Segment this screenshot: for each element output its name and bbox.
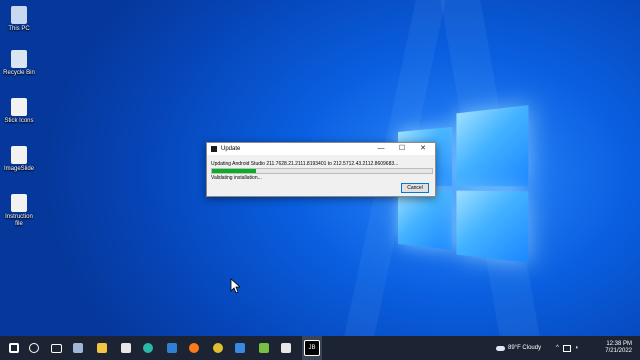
desktop-icon[interactable]: ImageSlide [2, 146, 36, 173]
store-button[interactable] [116, 336, 136, 360]
system-tray: ^ ◖ [556, 336, 578, 360]
desktop-icon[interactable]: Recycle Bin [2, 50, 36, 77]
chrome-button[interactable] [208, 336, 228, 360]
mail-icon [167, 343, 177, 353]
status-text: Validating installation... [211, 175, 262, 181]
mouse-cursor-icon [230, 278, 240, 294]
photos-button[interactable] [230, 336, 250, 360]
jb-updater-button[interactable]: JB [302, 336, 322, 360]
desktop-icon[interactable]: Stick Icons [2, 98, 36, 125]
jetbrains-icon [281, 343, 291, 353]
widgets-button[interactable] [68, 336, 88, 360]
task-view-icon [50, 343, 62, 353]
widgets-icon [73, 343, 83, 353]
weather-widget[interactable]: 89°F Cloudy [496, 336, 541, 360]
volume-icon[interactable]: ◖ [575, 345, 579, 351]
minimize-button[interactable]: — [371, 143, 391, 155]
file-icon [11, 194, 27, 212]
desktop-icon-label: Instruction file [5, 214, 33, 227]
desktop-icon-label: ImageSlide [3, 166, 35, 172]
progress-fill [212, 169, 256, 173]
jb-updater-icon: JB [304, 340, 320, 356]
maximize-button[interactable]: ☐ [392, 143, 412, 155]
chevron-up-icon[interactable]: ^ [556, 345, 559, 351]
file-icon [11, 146, 27, 164]
chrome-icon [213, 343, 223, 353]
desktop-icon-label: Stick Icons [4, 118, 34, 124]
edge-button[interactable] [138, 336, 158, 360]
firefox-button[interactable] [184, 336, 204, 360]
recycle-bin-icon [11, 50, 27, 68]
desktop-icon-label: Recycle Bin [3, 70, 35, 76]
dialog-titlebar[interactable]: Update — ☐ ✕ [207, 143, 435, 155]
file-explorer-button[interactable] [92, 336, 112, 360]
task-view-button[interactable] [46, 336, 66, 360]
cancel-button[interactable]: Cancel [401, 183, 429, 193]
windows-start-button[interactable] [4, 336, 24, 360]
network-icon[interactable] [562, 344, 571, 352]
time-text: 12:38 PM [606, 341, 632, 347]
close-button[interactable]: ✕ [413, 143, 433, 155]
desktop-icon[interactable]: This PC [2, 6, 36, 33]
weather-text: 89°F Cloudy [508, 345, 542, 351]
jetbrains-button[interactable] [276, 336, 296, 360]
cloud-icon [496, 345, 505, 351]
edge-icon [143, 343, 153, 353]
dialog-title: Update [221, 146, 241, 152]
search-button[interactable] [24, 336, 44, 360]
android-studio-icon [259, 343, 269, 353]
desktop-icon[interactable]: Instruction file [2, 194, 36, 228]
date-text: 7/21/2022 [605, 348, 632, 354]
taskbar: JB 89°F Cloudy ^ ◖ 12:38 PM 7/21/2022 [0, 336, 640, 360]
progress-bar [211, 168, 433, 174]
clock[interactable]: 12:38 PM 7/21/2022 [588, 336, 632, 360]
this-pc-icon [11, 6, 27, 24]
update-message: Updating Android Studio 211.7628.21.2111… [211, 161, 399, 167]
photos-icon [235, 343, 245, 353]
search-icon [29, 343, 39, 353]
firefox-icon [189, 343, 199, 353]
file-icon [11, 98, 27, 116]
windows-start-icon [9, 343, 19, 353]
store-icon [121, 343, 131, 353]
android-studio-button[interactable] [254, 336, 274, 360]
mail-button[interactable] [162, 336, 182, 360]
app-icon [211, 146, 217, 152]
file-explorer-icon [97, 343, 107, 353]
desktop-icon-label: This PC [8, 26, 30, 32]
